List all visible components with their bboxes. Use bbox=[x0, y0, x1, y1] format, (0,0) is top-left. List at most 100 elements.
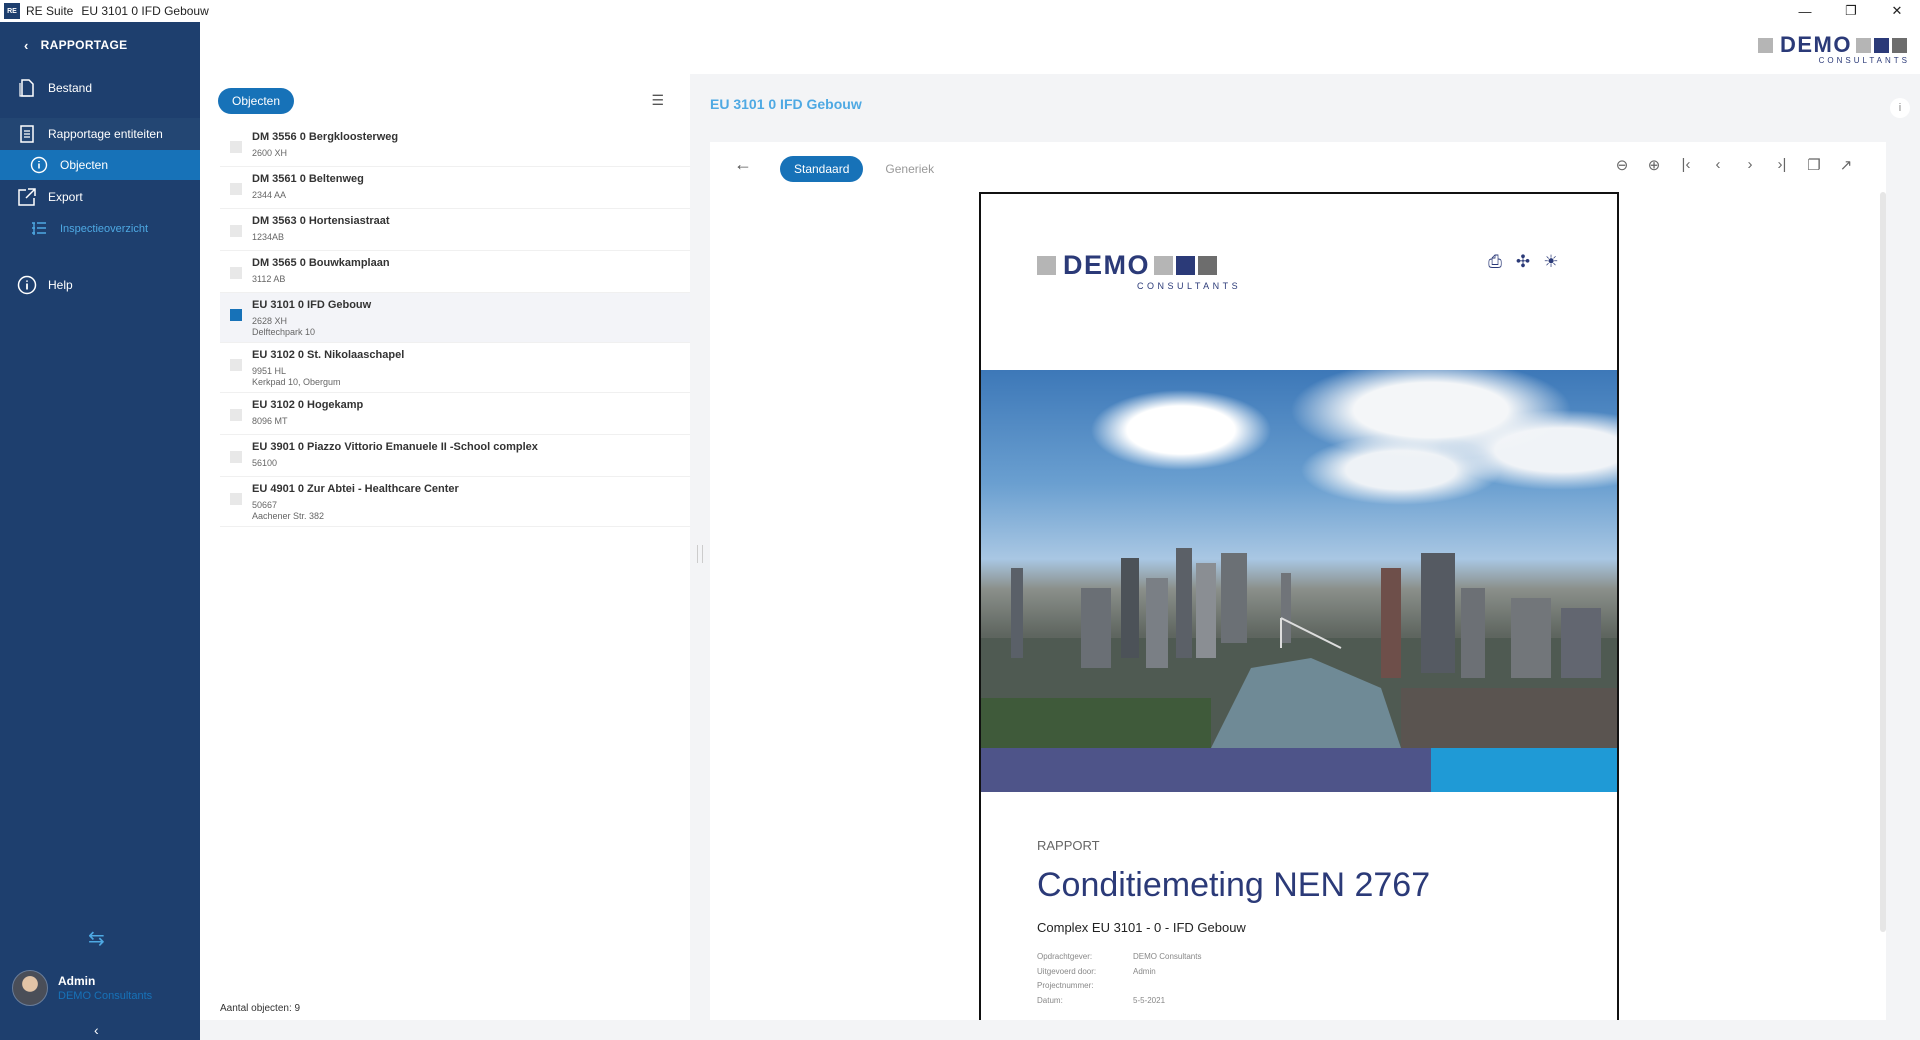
tablet-icon: ⎙ bbox=[1488, 252, 1502, 271]
list-item-title: DM 3563 0 Hortensiastraat bbox=[252, 215, 390, 227]
app-name: RE Suite bbox=[26, 4, 74, 18]
list-item-title: DM 3561 0 Beltenweg bbox=[252, 173, 364, 185]
list-item-title: EU 4901 0 Zur Abtei - Healthcare Center bbox=[252, 483, 459, 495]
file-icon bbox=[16, 77, 38, 99]
minimize-button[interactable]: — bbox=[1782, 0, 1828, 22]
list-item[interactable]: DM 3561 0 Beltenweg 2344 AA bbox=[220, 167, 690, 209]
list-item-title: DM 3565 0 Bouwkamplaan bbox=[252, 257, 390, 269]
list-item[interactable]: DM 3563 0 Hortensiastraat 1234AB bbox=[220, 209, 690, 251]
collapse-sidebar-icon[interactable]: ‹ bbox=[94, 1022, 99, 1038]
panel-resize-handle[interactable] bbox=[697, 545, 703, 563]
last-page-icon[interactable]: ›| bbox=[1766, 156, 1798, 174]
sidebar-item-rapportage-entiteiten[interactable]: Rapportage entiteiten bbox=[0, 118, 200, 150]
sidebar-item-label: Objecten bbox=[60, 158, 109, 172]
report-brand-tagline: CONSULTANTS bbox=[1137, 281, 1242, 291]
avatar bbox=[12, 970, 48, 1006]
sidebar-item-export[interactable]: Export bbox=[0, 180, 200, 214]
row-checkbox[interactable] bbox=[230, 309, 242, 321]
row-checkbox[interactable] bbox=[230, 225, 242, 237]
object-count: Aantal objecten: 9 bbox=[220, 1003, 301, 1014]
info-circle-icon bbox=[28, 154, 50, 176]
object-list: DM 3556 0 Bergkloosterweg 2600 XH DM 3561 … bbox=[220, 125, 690, 527]
list-item[interactable]: EU 3102 0 St. Nikolaaschapel 9951 HL Kerkp… bbox=[220, 343, 690, 393]
meta-key: Datum: bbox=[1037, 995, 1063, 1005]
zoom-out-icon[interactable]: ⊖ bbox=[1606, 156, 1638, 174]
list-item[interactable]: EU 3102 0 Hogekamp 8096 MT bbox=[220, 393, 690, 435]
zoom-in-icon[interactable]: ⊕ bbox=[1638, 156, 1670, 174]
list-item-title: EU 3101 0 IFD Gebouw bbox=[252, 299, 372, 311]
user-org: DEMO Consultants bbox=[58, 990, 153, 1002]
report-meta: Opdrachtgever: DEMO Consultants Uitgevoerd… bbox=[1037, 952, 1201, 1010]
list-item-address: Aachener Str. 382 bbox=[252, 511, 325, 521]
copy-icon[interactable]: ❐ bbox=[1798, 156, 1830, 174]
window-controls: — ❐ ✕ bbox=[1782, 0, 1920, 22]
meta-row: Projectnummer: bbox=[1037, 981, 1201, 996]
list-item[interactable]: DM 3565 0 Bouwkamplaan 3112 AB bbox=[220, 251, 690, 293]
arrow-left-icon[interactable]: ← bbox=[734, 154, 752, 175]
sidebar-item-help[interactable]: Help bbox=[0, 268, 200, 302]
logo-square-grey bbox=[1856, 37, 1871, 53]
object-list-panel: Objecten ☰ DM 3556 0 Bergkloosterweg 2600… bbox=[200, 74, 690, 1020]
meta-row: Uitgevoerd door: Admin bbox=[1037, 967, 1201, 982]
sidebar-back-label: RAPPORTAGE bbox=[40, 38, 128, 52]
list-item-postcode: 2600 XH bbox=[252, 148, 288, 158]
viewer-toolbar: ⊖ ⊕ |‹ ‹ › ›| ❐ ↗ bbox=[1606, 156, 1862, 174]
sidebar: ‹ RAPPORTAGE Bestand Rapportage entiteit… bbox=[0, 22, 200, 1040]
lightbulb-icon: ☀ bbox=[1543, 252, 1559, 271]
row-checkbox[interactable] bbox=[230, 183, 242, 195]
list-item-postcode: 2344 AA bbox=[252, 190, 287, 200]
meta-value: Admin bbox=[1133, 966, 1156, 976]
sidebar-item-inspectieoverzicht[interactable]: Inspectieoverzicht bbox=[0, 214, 200, 244]
meta-row: Opdrachtgever: DEMO Consultants bbox=[1037, 952, 1201, 967]
sidebar-item-bestand[interactable]: Bestand bbox=[0, 68, 200, 108]
sidebar-back-rapportage[interactable]: ‹ RAPPORTAGE bbox=[0, 22, 200, 68]
report-kicker: RAPPORT bbox=[1037, 838, 1100, 853]
list-item[interactable]: EU 3101 0 IFD Gebouw 2628 XH Delftechpark … bbox=[220, 293, 690, 343]
page-title: EU 3101 0 IFD Gebouw bbox=[710, 96, 862, 112]
list-view-icon[interactable]: ☰ bbox=[651, 92, 664, 109]
list-item-address: Delftechpark 10 bbox=[252, 327, 316, 337]
list-item[interactable]: DM 3556 0 Bergkloosterweg 2600 XH bbox=[220, 125, 690, 167]
logo-square-navy bbox=[1176, 256, 1195, 275]
row-checkbox[interactable] bbox=[230, 409, 242, 421]
first-page-icon[interactable]: |‹ bbox=[1670, 156, 1702, 174]
objecten-filter-pill[interactable]: Objecten bbox=[218, 88, 295, 114]
row-checkbox[interactable] bbox=[230, 267, 242, 279]
help-circle-icon bbox=[16, 274, 38, 296]
row-checkbox[interactable] bbox=[230, 451, 242, 463]
list-item-postcode: 8096 MT bbox=[252, 416, 288, 426]
info-icon[interactable]: i bbox=[1890, 98, 1910, 118]
user-profile[interactable]: Admin DEMO Consultants bbox=[12, 970, 152, 1006]
tab-standaard[interactable]: Standaard bbox=[780, 156, 864, 182]
previous-page-icon[interactable]: ‹ bbox=[1702, 156, 1734, 174]
logo-square-grey bbox=[1758, 37, 1773, 53]
list-item-postcode: 9951 HL bbox=[252, 366, 287, 376]
row-checkbox[interactable] bbox=[230, 141, 242, 153]
viewer-scrollbar[interactable] bbox=[1880, 192, 1886, 932]
close-button[interactable]: ✕ bbox=[1874, 0, 1920, 22]
sidebar-item-label: Inspectieoverzicht bbox=[60, 223, 149, 235]
report-header-icons: ⎙ ✣ ☀ bbox=[1481, 252, 1565, 272]
row-checkbox[interactable] bbox=[230, 493, 242, 505]
row-checkbox[interactable] bbox=[230, 359, 242, 371]
brand-logo: DEMO CONSULTANTS bbox=[1758, 32, 1910, 65]
list-item-title: EU 3901 0 Piazzo Vittorio Emanuele II -S… bbox=[252, 441, 538, 453]
sidebar-item-objecten[interactable]: Objecten bbox=[0, 150, 200, 180]
export-icon bbox=[16, 186, 38, 208]
next-page-icon[interactable]: › bbox=[1734, 156, 1766, 174]
list-item-title: DM 3556 0 Bergkloosterweg bbox=[252, 131, 399, 143]
list-item[interactable]: EU 3901 0 Piazzo Vittorio Emanuele II -S… bbox=[220, 435, 690, 477]
open-external-icon[interactable]: ↗ bbox=[1830, 156, 1862, 174]
logo-square-grey bbox=[1154, 256, 1173, 275]
list-item[interactable]: EU 4901 0 Zur Abtei - Healthcare Center 5… bbox=[220, 477, 690, 527]
sidebar-item-label: Help bbox=[48, 278, 73, 292]
swap-arrows-icon[interactable]: ⇆ bbox=[88, 926, 105, 951]
maximize-button[interactable]: ❐ bbox=[1828, 0, 1874, 22]
sidebar-item-label: Bestand bbox=[48, 81, 93, 95]
list-item-postcode: 1234AB bbox=[252, 232, 285, 242]
report-brand-logo: DEMO CONSULTANTS bbox=[1037, 250, 1241, 291]
list-item-title: EU 3102 0 Hogekamp bbox=[252, 399, 364, 411]
report-brand-name: DEMO bbox=[1063, 250, 1150, 280]
list-item-postcode: 50667 bbox=[252, 500, 278, 510]
tab-generiek[interactable]: Generiek bbox=[885, 162, 934, 176]
